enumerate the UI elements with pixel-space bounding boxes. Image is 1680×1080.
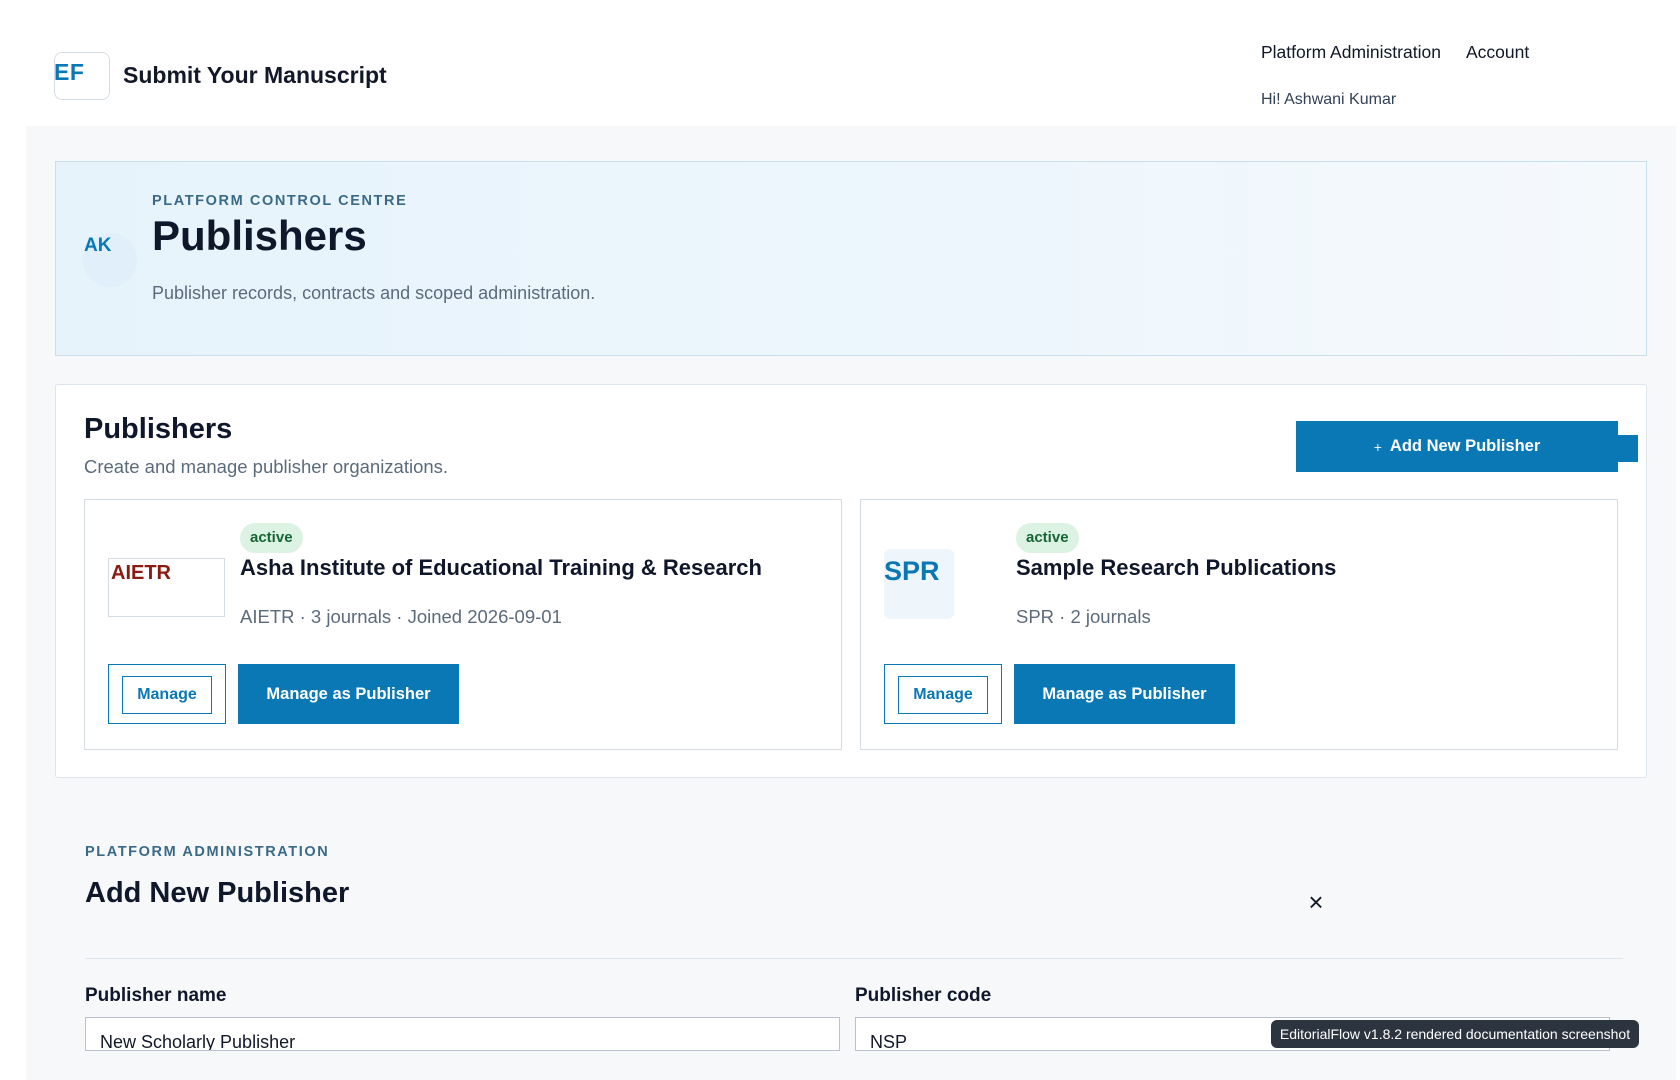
publisher-meta: AIETR · 3 journals · Joined 2026-09-01: [240, 606, 562, 627]
publisher-name: Asha Institute of Educational Training &…: [240, 555, 762, 580]
hero-eyebrow: PLATFORM CONTROL CENTRE: [152, 193, 408, 209]
nav-account[interactable]: Account: [1466, 42, 1529, 63]
publisher-logo-text: AIETR: [111, 562, 171, 584]
site-title[interactable]: Submit Your Manuscript: [123, 62, 387, 89]
version-tooltip: EditorialFlow v1.8.2 rendered documentat…: [1271, 1020, 1639, 1048]
add-new-publisher-label: Add New Publisher: [1389, 437, 1541, 455]
plus-icon: +: [1373, 438, 1382, 455]
publisher-name-input[interactable]: [85, 1017, 840, 1051]
panel-title: Publishers: [84, 413, 233, 445]
publisher-logo: SPR: [884, 549, 954, 619]
publisher-card: AIETR active Asha Institute of Education…: [84, 499, 842, 750]
publisher-card: SPR active Sample Research Publications …: [860, 499, 1618, 750]
status-badge: active: [240, 523, 303, 553]
publisher-name-label: Publisher name: [85, 985, 227, 1006]
form-title: Add New Publisher: [85, 877, 350, 909]
publisher-name: Sample Research Publications: [1016, 555, 1337, 580]
form-divider: [85, 958, 1623, 959]
close-icon[interactable]: ×: [1301, 887, 1331, 917]
panel-subtitle: Create and manage publisher organization…: [84, 456, 449, 477]
add-new-publisher-button[interactable]: + Add New Publisher: [1296, 421, 1618, 472]
form-eyebrow: PLATFORM ADMINISTRATION: [85, 844, 330, 860]
manage-button[interactable]: Manage: [884, 664, 1002, 724]
site-logo[interactable]: EF: [54, 52, 110, 100]
publisher-logo-text: SPR: [884, 556, 940, 586]
logo-text: EF: [54, 59, 85, 85]
page-title: Publishers: [152, 212, 367, 259]
status-badge: active: [1016, 523, 1079, 553]
publisher-logo: AIETR: [108, 558, 225, 617]
manage-button-label: Manage: [122, 676, 212, 714]
user-greeting: Hi! Ashwani Kumar: [1261, 91, 1397, 108]
add-button-edge: [1618, 435, 1638, 462]
manage-as-publisher-button[interactable]: Manage as Publisher: [238, 664, 459, 724]
top-header: EF Submit Your Manuscript Platform Admin…: [0, 0, 1680, 126]
main-content: AK PLATFORM CONTROL CENTRE Publishers Pu…: [26, 126, 1676, 1080]
publishers-panel: Publishers Create and manage publisher o…: [55, 384, 1647, 778]
manage-as-publisher-button[interactable]: Manage as Publisher: [1014, 664, 1235, 724]
publisher-code-label: Publisher code: [855, 985, 992, 1006]
manage-button-label: Manage: [898, 676, 988, 714]
page-subtitle: Publisher records, contracts and scoped …: [152, 283, 596, 303]
publisher-meta: SPR · 2 journals: [1016, 606, 1151, 627]
hero-banner: AK PLATFORM CONTROL CENTRE Publishers Pu…: [55, 161, 1647, 356]
nav-platform-administration[interactable]: Platform Administration: [1261, 42, 1441, 63]
avatar-initials: AK: [84, 235, 112, 256]
manage-button[interactable]: Manage: [108, 664, 226, 724]
